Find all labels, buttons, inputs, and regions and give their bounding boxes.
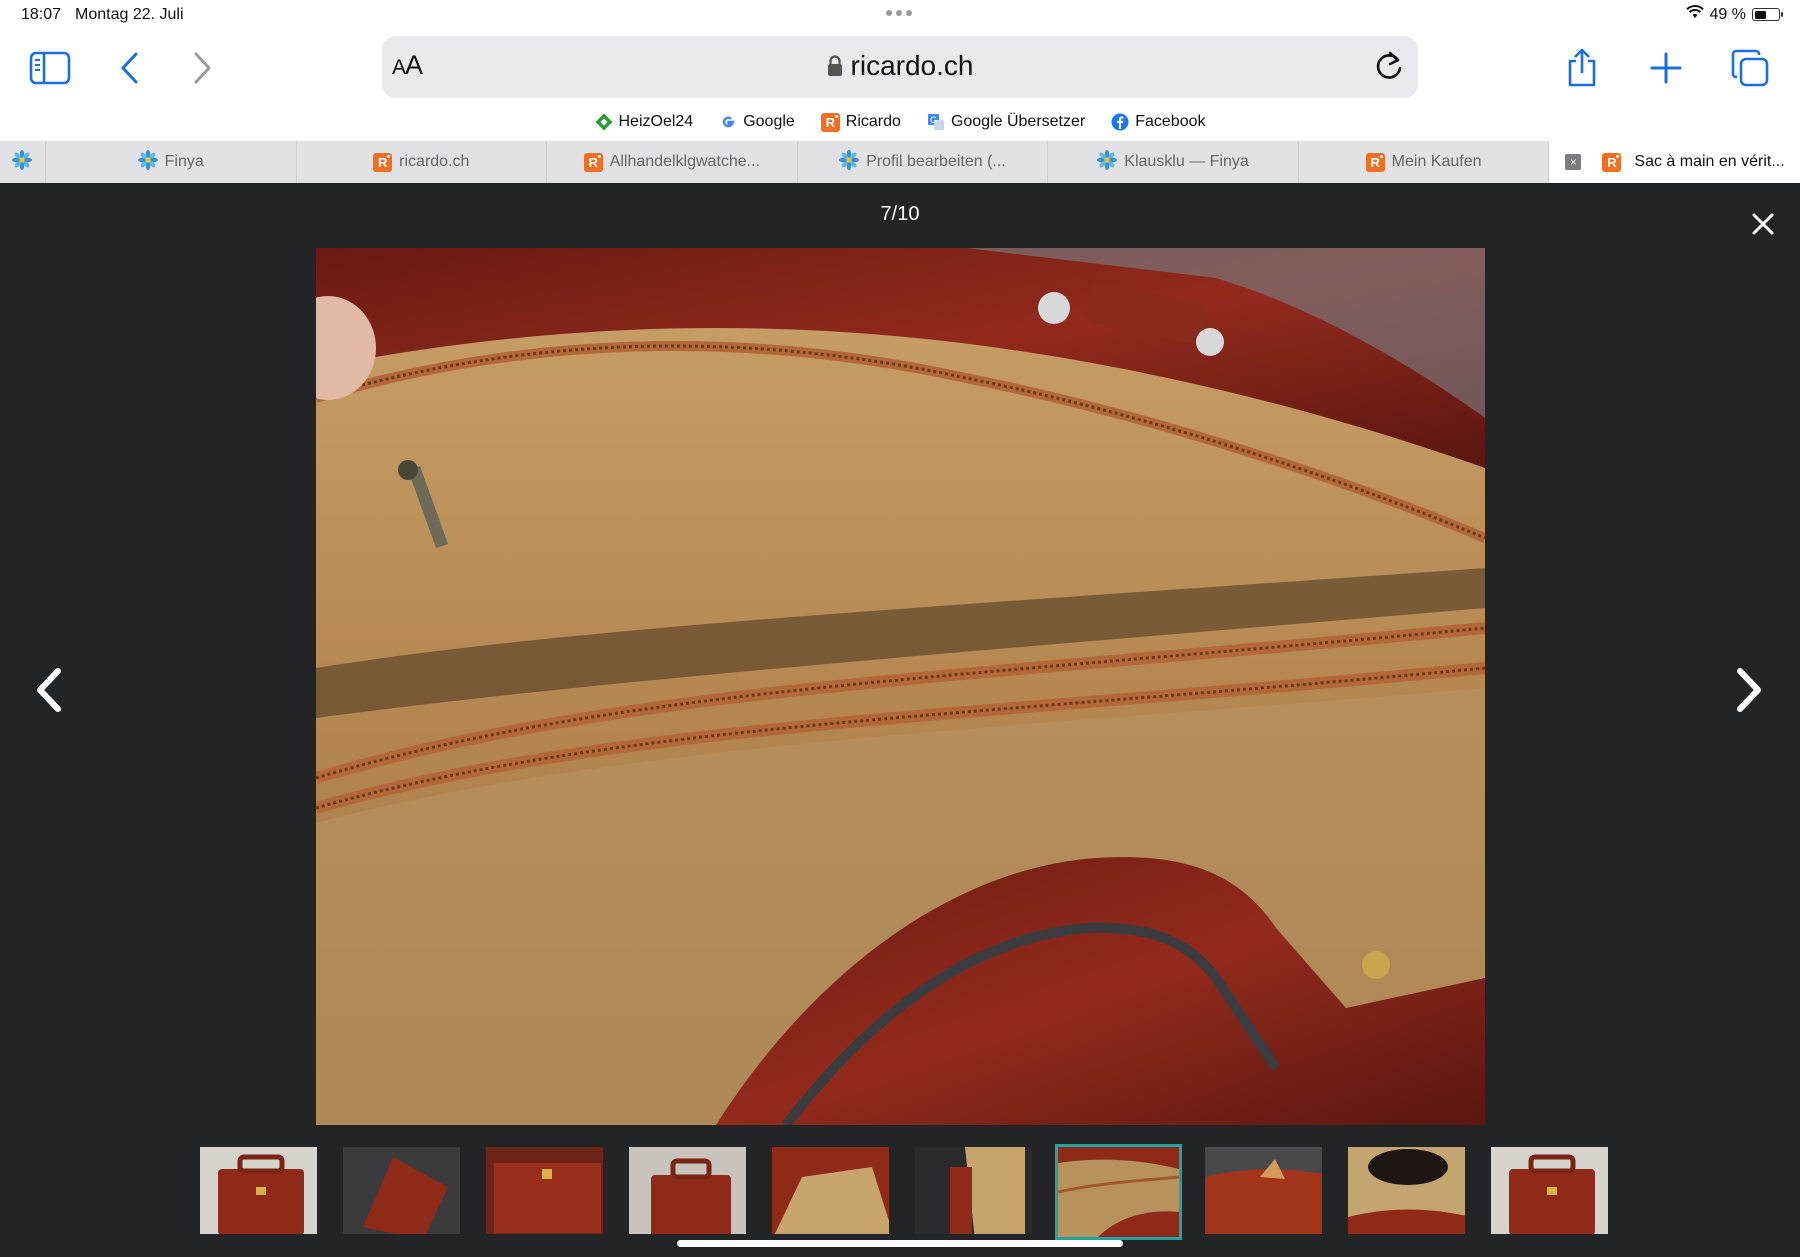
tabs-icon[interactable] [1726, 44, 1774, 92]
thumbnail-8[interactable] [1202, 1144, 1325, 1237]
close-icon[interactable] [1746, 207, 1780, 241]
svg-text:G: G [930, 115, 937, 125]
toolbar: AA ricardo.ch [0, 34, 1800, 100]
plus-icon[interactable] [1642, 44, 1690, 92]
ricardo-icon: R [373, 152, 393, 172]
home-indicator[interactable] [677, 1240, 1123, 1247]
status-date: Montag 22. Juli [75, 6, 184, 23]
heizoel-icon [595, 113, 613, 131]
close-tab-icon[interactable]: × [1565, 154, 1582, 170]
tab-allhandel[interactable]: R Allhandelklgwatche... [547, 141, 798, 183]
thumbnail-9[interactable] [1345, 1144, 1468, 1237]
thumbnail-4[interactable] [626, 1144, 749, 1237]
next-image-arrow-icon[interactable] [1724, 663, 1770, 717]
google-icon [719, 113, 737, 131]
tab-label: Sac à main en vérit... [1634, 153, 1785, 170]
favorites-bar: HeizOel24 Google R Ricardo G Google Über… [0, 108, 1800, 136]
favorite-label: Ricardo [845, 113, 901, 130]
tab-pinned-finya[interactable] [0, 141, 46, 183]
finya-icon [1097, 149, 1118, 175]
share-icon[interactable] [1558, 44, 1606, 92]
translate-icon: G [927, 113, 945, 131]
tab-label: Allhandelklgwatche... [609, 153, 761, 170]
status-time: 18:07 [21, 6, 62, 23]
finya-icon [137, 149, 158, 175]
finya-icon [839, 149, 860, 175]
url-text: ricardo.ch [850, 50, 974, 81]
thumbnail-7[interactable] [1055, 1144, 1182, 1240]
facebook-icon [1111, 113, 1129, 131]
battery-icon [1752, 8, 1783, 21]
forward-icon[interactable] [178, 44, 226, 92]
tab-sac-a-main[interactable]: × R Sac à main en vérit... [1549, 141, 1800, 183]
ricardo-icon: R [1602, 152, 1622, 172]
thumbnail-5[interactable] [769, 1144, 892, 1237]
thumbnail-strip [197, 1144, 1611, 1240]
sidebar-icon[interactable] [26, 44, 74, 92]
favorite-label: HeizOel24 [618, 113, 694, 130]
favorite-google[interactable]: Google [719, 108, 795, 136]
multitasking-dots[interactable] [886, 10, 912, 16]
tab-finya[interactable]: Finya [46, 141, 297, 183]
tab-profil-bearbeiten[interactable]: Profil bearbeiten (... [798, 141, 1049, 183]
thumbnail-1[interactable] [197, 1144, 320, 1237]
tab-mein-kaufen[interactable]: R Mein Kaufen [1299, 141, 1550, 183]
reload-icon[interactable] [1374, 50, 1404, 87]
tab-label: Mein Kaufen [1391, 153, 1482, 170]
favorite-label: Google [743, 113, 795, 130]
tab-klausklu[interactable]: Klausklu — Finya [1048, 141, 1299, 183]
tab-label: Finya [164, 153, 204, 170]
finya-icon [12, 149, 33, 175]
favorite-ricardo[interactable]: R Ricardo [820, 108, 901, 136]
status-right: 49 % [1685, 5, 1783, 24]
previous-image-arrow-icon[interactable] [28, 663, 74, 717]
thumbnail-10[interactable] [1488, 1144, 1611, 1237]
image-counter: 7/10 [880, 203, 920, 225]
back-icon[interactable] [106, 44, 154, 92]
tab-label: Klausklu — Finya [1124, 153, 1249, 170]
url-display[interactable]: ricardo.ch [382, 50, 1418, 84]
address-bar[interactable]: AA ricardo.ch [382, 36, 1418, 98]
favorite-google-translate[interactable]: G Google Übersetzer [927, 108, 1085, 136]
tab-label: Profil bearbeiten (... [866, 153, 1006, 170]
ricardo-icon: R [820, 112, 840, 132]
thumbnail-2[interactable] [340, 1144, 463, 1237]
favorite-label: Facebook [1135, 113, 1206, 130]
tab-bar: Finya Rricardo.ch R Allhandelklgwatche...… [0, 141, 1800, 183]
image-gallery-viewer: 7/10 [0, 183, 1800, 1257]
browser-chrome: 18:07 Montag 22. Juli 49 % AA ricardo.ch [0, 0, 1800, 183]
tab-label: ricardo.ch [399, 153, 470, 170]
thumbnail-6[interactable] [912, 1144, 1035, 1237]
battery-percent: 49 % [1709, 5, 1746, 23]
ricardo-icon: R [1365, 152, 1385, 172]
tab-ricardo[interactable]: Rricardo.ch [297, 141, 548, 183]
favorite-label: Google Übersetzer [950, 113, 1086, 130]
ricardo-icon: R [583, 152, 603, 172]
lock-icon [827, 52, 843, 84]
thumbnail-3[interactable] [483, 1144, 606, 1237]
main-product-photo [316, 248, 1485, 1125]
favorite-heizoel24[interactable]: HeizOel24 [595, 108, 694, 136]
status-bar: 18:07 Montag 22. Juli 49 % [0, 0, 1800, 30]
wifi-icon [1685, 5, 1704, 24]
favorite-facebook[interactable]: Facebook [1111, 108, 1206, 136]
